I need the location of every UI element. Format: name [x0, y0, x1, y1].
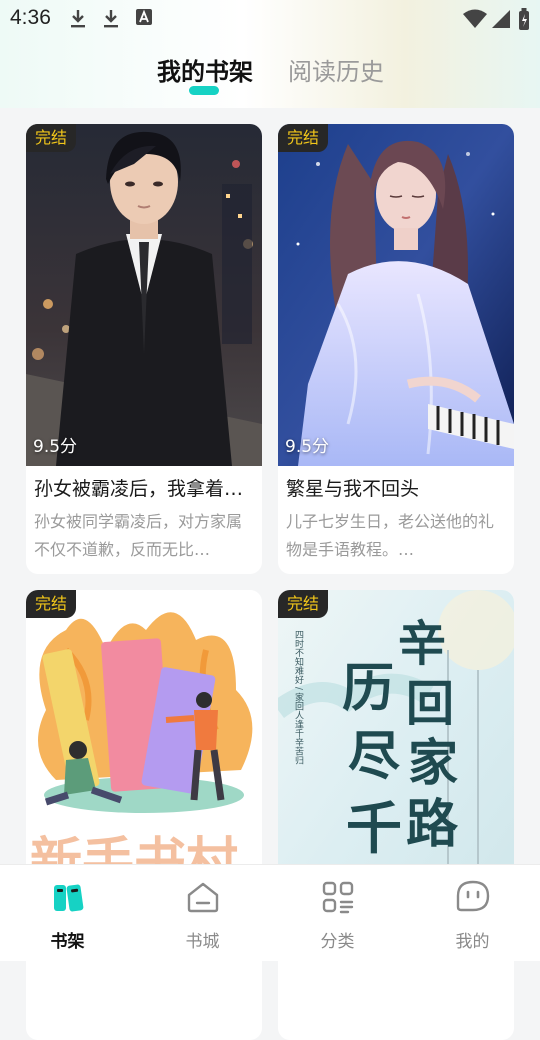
- nav-bookshelf[interactable]: 书架: [0, 865, 135, 961]
- book-score: 9.5分: [285, 437, 330, 457]
- book-card[interactable]: 完结 9.5分 繁星与我不回头 儿子七岁生日，老公送他的礼物是手语教程。…: [278, 124, 514, 574]
- wifi-icon: [463, 9, 487, 28]
- book-description: 儿子七岁生日，老公送他的礼物是手语教程。…: [286, 512, 495, 559]
- battery-icon: [519, 8, 529, 30]
- cover-char: 尽: [348, 726, 400, 787]
- nav-label: 书城: [185, 932, 220, 952]
- profile-icon: [456, 880, 490, 912]
- signal-icon: [492, 10, 510, 28]
- book-description: 孙女被同学霸凌后，对方家属不仅不道歉，反而无比…: [34, 512, 243, 559]
- cover-char: 家: [408, 733, 458, 792]
- nav-label: 分类: [320, 932, 355, 952]
- download-icon: [71, 10, 85, 28]
- book-score: 9.5分: [33, 437, 78, 457]
- tab-my-bookshelf[interactable]: 我的书架: [157, 52, 253, 87]
- cover-char: 回: [406, 676, 454, 732]
- book-title: 孙女被霸凌后，我拿着…: [34, 478, 244, 500]
- cover-char: 路: [406, 794, 459, 855]
- book-card[interactable]: 历 尽 千 辛 回 家 路 四时不知难好 / 家回人逢千辛苦归 完结: [278, 590, 514, 1040]
- book-card[interactable]: 新手书村 完结: [26, 590, 262, 1040]
- category-icon: [322, 881, 354, 914]
- status-badge: 完结: [278, 590, 329, 618]
- nav-profile[interactable]: 我的: [405, 865, 540, 961]
- shelf-tabs: 我的书架 阅读历史: [0, 50, 540, 100]
- bottom-nav: 书架 书城 分类 我的: [0, 864, 540, 961]
- cover-char: 千: [346, 796, 402, 862]
- nav-bookstore[interactable]: 书城: [135, 865, 270, 961]
- cover-side-text: 四时不知难好 / 家回人逢千辛苦归: [293, 630, 304, 766]
- man-in-suit-cover: [26, 124, 262, 466]
- font-a-icon: [136, 9, 152, 25]
- tab-reading-history[interactable]: 阅读历史: [288, 52, 384, 87]
- book-title: 繁星与我不回头: [286, 478, 420, 500]
- status-badge: 完结: [26, 124, 77, 152]
- cover-char: 辛: [398, 616, 446, 672]
- nav-label: 书架: [50, 932, 85, 952]
- active-tab-indicator: [189, 86, 219, 95]
- nav-category[interactable]: 分类: [270, 865, 405, 961]
- bookshelf-icon: [54, 884, 84, 912]
- book-card[interactable]: 完结 9.5分 孙女被霸凌后，我拿着… 孙女被同学霸凌后，对方家属不仅不道歉，反…: [26, 124, 262, 574]
- status-bar: 4:36: [0, 0, 540, 36]
- status-badge: 完结: [278, 124, 329, 152]
- cover-char: 历: [342, 658, 394, 719]
- nav-label: 我的: [455, 932, 490, 952]
- status-badge: 完结: [26, 590, 77, 618]
- girl-at-piano-cover: [278, 124, 514, 466]
- bookstore-icon: [187, 882, 219, 913]
- status-time: 4:36: [10, 6, 51, 29]
- download-icon: [104, 10, 118, 28]
